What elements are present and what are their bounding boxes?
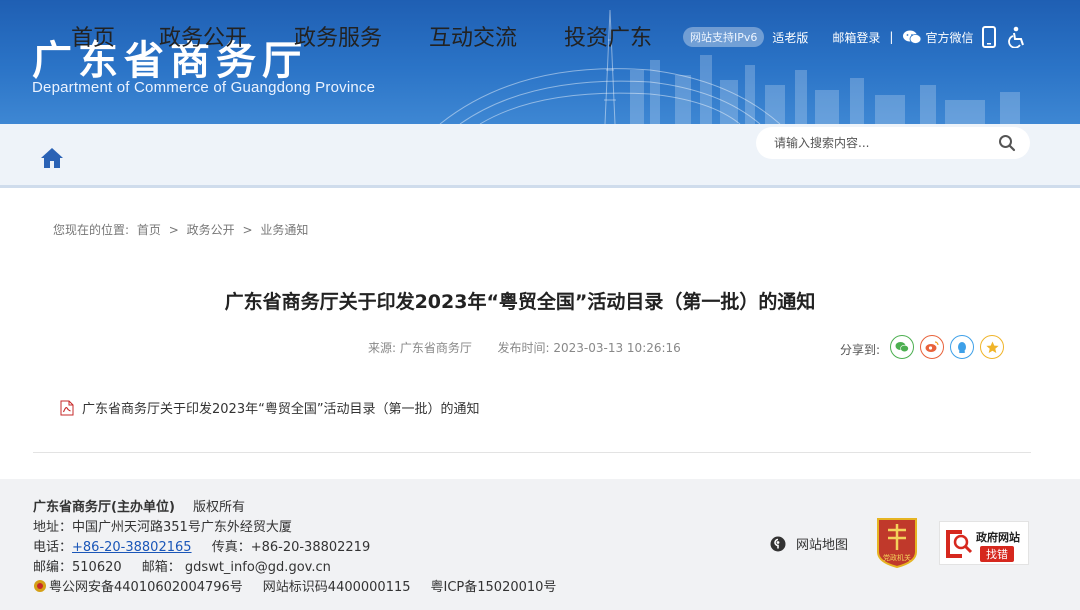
share-qq-button[interactable]	[950, 335, 974, 359]
breadcrumb-gov-affairs[interactable]: 政务公开	[187, 223, 235, 237]
search-icon[interactable]	[998, 134, 1016, 152]
wechat-label: 官方微信	[925, 30, 974, 45]
share-label: 分享到:	[840, 343, 881, 357]
breadcrumb-business-notice[interactable]: 业务通知	[260, 223, 308, 237]
header-banner: 广东省商务厅 Department of Commerce of Guangdo…	[0, 0, 1080, 124]
gov-badge-title: 政府网站	[976, 531, 1020, 544]
share-weibo-button[interactable]	[920, 335, 944, 359]
link-separator: |	[889, 30, 894, 44]
top-links: 网站支持IPv6 适老版 邮箱登录 | 官方微信	[683, 26, 973, 48]
article-publish-time: 发布时间: 2023-03-13 10:26:16	[497, 341, 681, 355]
gov-badge-action: 找错	[980, 546, 1014, 562]
email-login-link[interactable]: 邮箱登录	[832, 29, 880, 46]
magnifier-badge-icon	[946, 530, 973, 558]
footer-contact-line: 电话：+86-20-38802165 传真：+86-20-38802219	[33, 536, 370, 555]
sitemap-icon	[770, 536, 786, 551]
qq-share-icon	[958, 341, 966, 353]
footer-icp[interactable]: 粤ICP备15020010号	[431, 576, 557, 595]
share-qzone-button[interactable]	[980, 335, 1004, 359]
share-wechat-button[interactable]	[890, 335, 914, 359]
nav-item-invest[interactable]: 投资广东	[564, 20, 652, 52]
party-gov-badge-icon[interactable]: 党政机关	[874, 516, 920, 568]
footer-org: 广东省商务厅(主办单位)	[33, 500, 175, 515]
sitemap-label: 网站地图	[796, 538, 849, 553]
article-meta: 来源: 广东省商务厅 发布时间: 2023-03-13 10:26:16	[368, 339, 681, 356]
wechat-link[interactable]: 官方微信	[902, 29, 973, 46]
party-badge-text: 党政机关	[883, 553, 911, 562]
footer-org-line: 广东省商务厅(主办单位) 版权所有	[33, 496, 245, 515]
attachment-link[interactable]: 广东省商务厅关于印发2023年“粤贸全国”活动目录（第一批）的通知	[60, 398, 480, 417]
site-logo-subtitle: Department of Commerce of Guangdong Prov…	[32, 79, 376, 96]
footer-police-record[interactable]: 粤公网安备44010602004796号	[49, 576, 243, 595]
sitemap-link[interactable]: 网站地图	[770, 534, 848, 553]
nav-item-gov-affairs[interactable]: 政务公开	[159, 20, 247, 52]
footer-phone-link[interactable]: +86-20-38802165	[72, 540, 192, 555]
nav-item-home[interactable]: 首页	[71, 20, 115, 52]
police-badge-icon	[34, 579, 46, 592]
mobile-icon[interactable]	[982, 26, 996, 48]
footer-registration-line: 粤公网安备44010602004796号 网站标识码4400000115 粤IC…	[33, 576, 556, 595]
pdf-icon	[60, 400, 74, 415]
article-title: 广东省商务厅关于印发2023年“粤贸全国”活动目录（第一批）的通知	[224, 291, 816, 313]
accessibility-icon[interactable]	[1007, 26, 1027, 48]
footer-address: 地址：中国广州天河路351号广东外经贸大厦	[33, 520, 292, 535]
weibo-share-icon	[925, 341, 939, 352]
breadcrumb-sep: >	[242, 223, 253, 237]
star-share-icon	[985, 341, 999, 353]
city-skyline-illustration	[439, 9, 1020, 124]
footer-postcode: 邮编：510620	[33, 560, 122, 575]
footer-email: 邮箱： gdswt_info@gd.gov.cn	[141, 560, 331, 575]
footer-fax: 传真：+86-20-38802219	[211, 540, 371, 555]
attachment-title: 广东省商务厅关于印发2023年“粤贸全国”活动目录（第一批）的通知	[82, 402, 480, 417]
breadcrumb-prefix: 您现在的位置:	[53, 223, 130, 237]
breadcrumb-sep: >	[168, 223, 179, 237]
ipv6-badge: 网站支持IPv6	[683, 27, 765, 47]
search-box	[756, 127, 1030, 159]
breadcrumb-home[interactable]: 首页	[137, 223, 161, 237]
content-divider	[33, 452, 1031, 453]
search-input[interactable]	[774, 134, 994, 152]
article-source: 来源: 广东省商务厅	[368, 341, 472, 355]
footer-rights: 版权所有	[193, 500, 246, 515]
wechat-icon	[903, 30, 922, 44]
nav-item-interaction[interactable]: 互动交流	[429, 20, 517, 52]
elder-mode-link[interactable]: 适老版	[772, 29, 808, 46]
footer-postal-line: 邮编：510620 邮箱： gdswt_info@gd.gov.cn	[33, 556, 331, 575]
footer-phone-label: 电话：	[33, 540, 73, 555]
nav-item-gov-services[interactable]: 政务服务	[294, 20, 382, 52]
breadcrumb: 您现在的位置: 首页 > 政务公开 > 业务通知	[53, 221, 312, 238]
gov-site-error-badge[interactable]: 政府网站 找错	[939, 521, 1029, 565]
home-icon[interactable]	[40, 146, 64, 170]
footer-site-id: 网站标识码4400000115	[262, 580, 411, 595]
wechat-share-icon	[895, 342, 909, 353]
